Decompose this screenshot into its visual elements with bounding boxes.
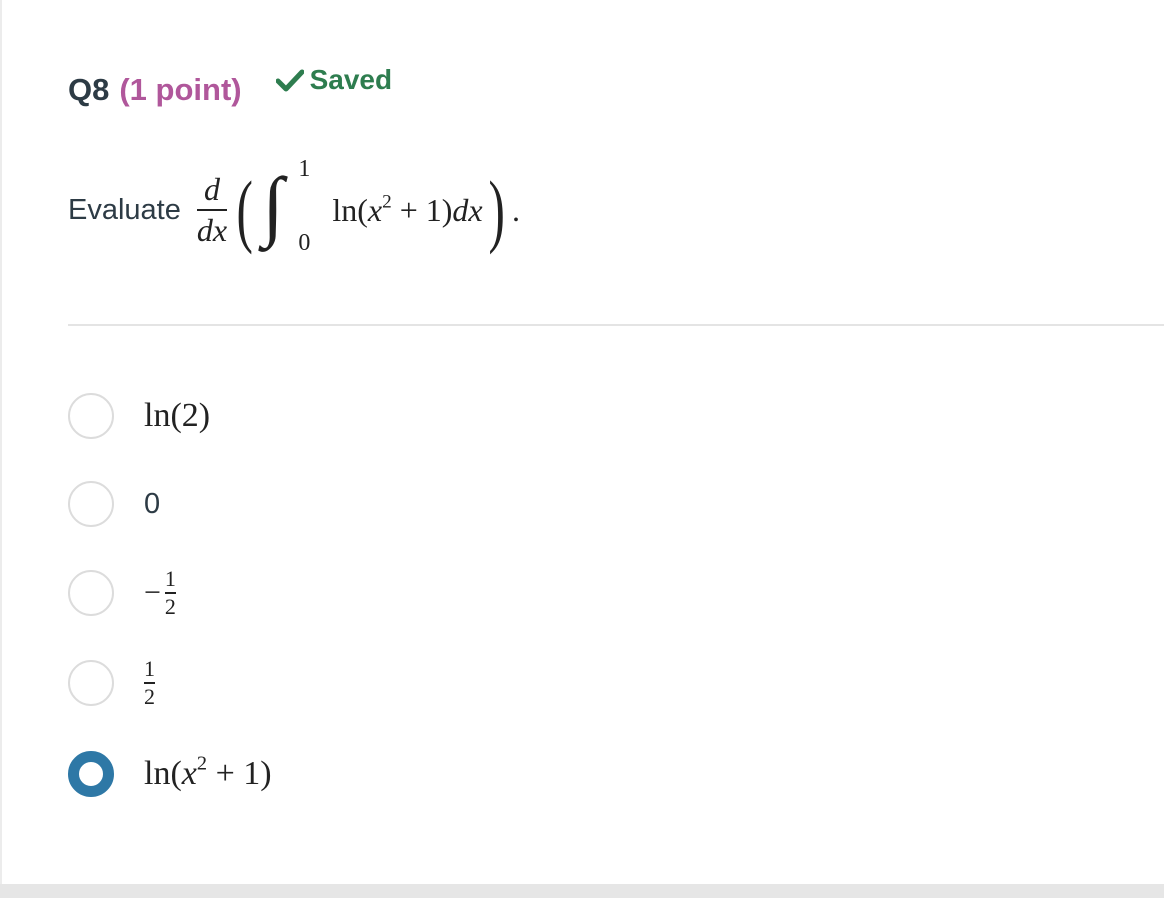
option-var: x [181, 755, 197, 792]
option-fn: ln( [144, 755, 182, 792]
divider [68, 324, 1164, 326]
radio-button[interactable] [68, 481, 114, 527]
option-label: ln(2) [144, 397, 211, 434]
checkmark-icon [275, 69, 304, 92]
integrand: ln(x2 + 1)dx [332, 192, 482, 229]
question-points: (1 point) [119, 72, 242, 107]
fraction-num: 1 [144, 656, 155, 682]
derivative-num: d [203, 170, 220, 207]
answer-option-4[interactable]: 12 [68, 653, 668, 713]
integrand-exp: 2 [382, 191, 392, 213]
fraction: 12 [144, 658, 155, 708]
answer-option-5[interactable]: ln(x2 + 1) [68, 744, 668, 804]
radio-button[interactable] [68, 570, 114, 616]
fraction-den: 2 [144, 683, 155, 709]
option-label: ln(x2 + 1) [144, 752, 272, 793]
question-text: Evaluate d dx ( ∫ 1 0 ln(x2 + 1)dx ) . [68, 150, 520, 270]
period: . [511, 191, 520, 228]
option-exp: 2 [196, 752, 208, 775]
option-rest: + 1) [207, 755, 272, 792]
minus-sign: − [144, 576, 161, 609]
question-expression: d dx ( ∫ 1 0 ln(x2 + 1)dx ) . [193, 156, 520, 260]
integrand-rest: + 1) [391, 191, 453, 228]
integrand-var: x [367, 191, 383, 228]
radio-button-selected[interactable] [68, 751, 114, 797]
option-label: 12 [144, 658, 155, 708]
option-label: −1 2 [144, 568, 176, 618]
saved-label: Saved [309, 64, 393, 95]
question-header: Q8 (1 point) Saved [68, 64, 392, 108]
saved-status: Saved [275, 64, 393, 96]
right-paren: ) [488, 164, 505, 255]
fraction-bar [196, 209, 228, 211]
integrand-fn: ln( [332, 191, 368, 228]
fraction-den: 2 [164, 593, 176, 619]
fraction: 12 [164, 566, 176, 619]
upper-limit: 1 [298, 156, 311, 182]
radio-button[interactable] [68, 393, 114, 439]
differential: dx [452, 191, 483, 228]
question-prompt: Evaluate [68, 193, 181, 226]
answer-option-1[interactable]: ln(2) [68, 386, 668, 446]
answer-option-3[interactable]: −1 2 [68, 563, 668, 623]
radio-button[interactable] [68, 660, 114, 706]
left-paren: ( [236, 164, 253, 255]
integral: ∫ 1 0 [258, 156, 314, 260]
derivative-den: dx [196, 211, 228, 248]
derivative-operator: d dx [196, 170, 228, 248]
option-label: 0 [144, 487, 161, 520]
integral-sign: ∫ [262, 161, 284, 248]
fraction-num: 1 [164, 566, 176, 592]
answer-option-2[interactable]: 0 [68, 474, 668, 534]
lower-limit: 0 [298, 230, 311, 256]
question-number: Q8 [68, 72, 110, 107]
quiz-question-card: Q8 (1 point) Saved Evaluate d dx ( ∫ 1 0… [0, 0, 1164, 884]
